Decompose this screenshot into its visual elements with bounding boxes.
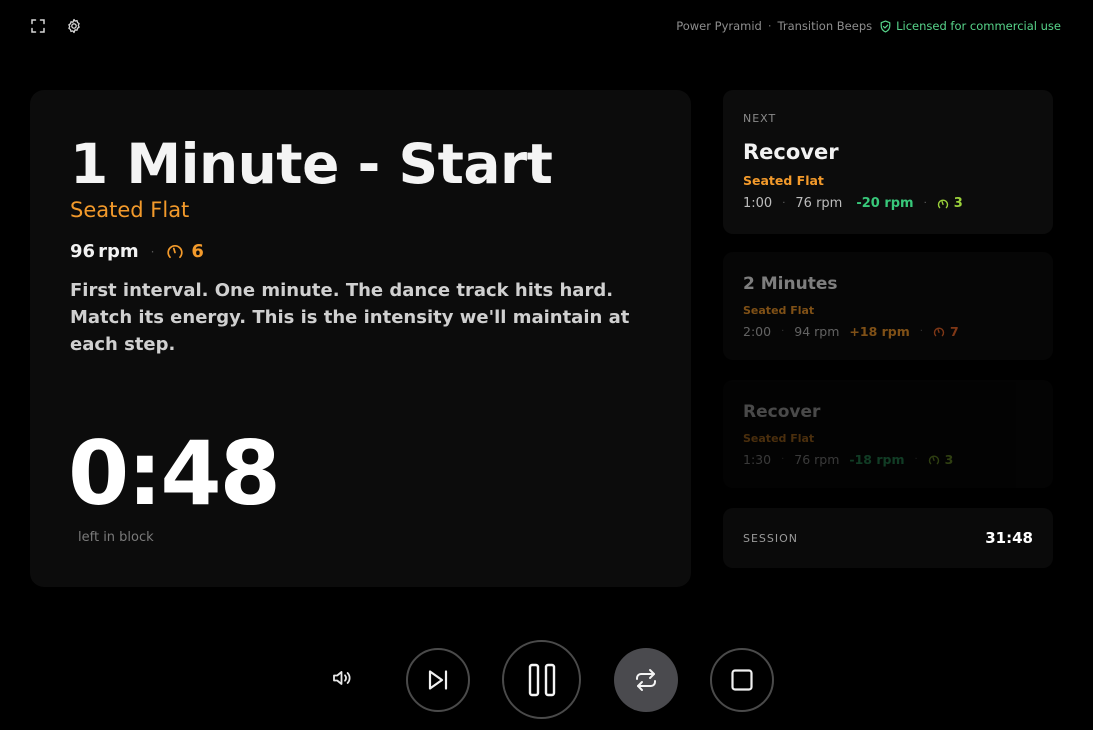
separator: · xyxy=(923,198,927,209)
session-time: 31:48 xyxy=(985,529,1033,547)
queue-item-resistance-value: 7 xyxy=(949,324,959,339)
separator: · xyxy=(782,198,786,209)
separator: · xyxy=(914,454,918,465)
session-card: SESSION 31:48 xyxy=(723,508,1053,568)
cadence-value: 96 xyxy=(70,241,96,262)
resistance: 6 xyxy=(166,241,204,262)
pause-button[interactable] xyxy=(502,640,581,719)
pause-icon xyxy=(528,663,555,696)
block-title: 1 Minute - Start xyxy=(70,132,553,196)
queue-item-rpm: 76 rpm xyxy=(795,196,843,211)
separator: · xyxy=(781,326,785,337)
queue-item-resistance-value: 3 xyxy=(953,196,963,211)
stop-button[interactable] xyxy=(710,648,774,712)
top-bar: Power Pyramid · Transition Beeps License… xyxy=(0,0,1093,54)
queue-item-duration: 1:00 xyxy=(743,196,773,211)
shield-check-icon xyxy=(880,20,891,32)
queue-item-rpm-delta: +18 rpm xyxy=(849,324,910,339)
queue-item-stats: 2:00 · 94 rpm +18 rpm · 7 xyxy=(743,324,959,339)
volume-button[interactable] xyxy=(326,662,358,694)
next-label: NEXT xyxy=(743,112,777,125)
playback-controls xyxy=(0,640,1093,720)
queue-item-resistance: 7 xyxy=(933,324,959,339)
workout-name: Power Pyramid xyxy=(676,19,762,33)
queue-item-position: Seated Flat xyxy=(743,173,824,188)
session-label: SESSION xyxy=(743,532,799,545)
skip-next-icon xyxy=(428,670,448,690)
queue-item-resistance: 3 xyxy=(937,196,963,211)
queue-item-title: 2 Minutes xyxy=(743,274,838,294)
queue-item-title: Recover xyxy=(743,140,839,164)
separator: · xyxy=(781,454,785,465)
queue-item-stats: 1:30 · 76 rpm -18 rpm · 3 xyxy=(743,452,953,467)
queue-item-rpm-delta: -18 rpm xyxy=(849,452,905,467)
queue-item-position: Seated Flat xyxy=(743,304,815,317)
block-position: Seated Flat xyxy=(70,198,190,222)
queue-item-rpm: 76 rpm xyxy=(794,452,840,467)
fullscreen-icon[interactable] xyxy=(28,16,48,36)
repeat-icon xyxy=(636,669,656,691)
queue-item: 2 Minutes Seated Flat 2:00 · 94 rpm +18 … xyxy=(723,252,1053,360)
volume-icon xyxy=(333,671,351,685)
queue-item-stats: 1:00 · 76 rpm -20 rpm · 3 xyxy=(743,196,963,211)
gauge-icon xyxy=(937,198,948,208)
queue-item-rpm: 94 rpm xyxy=(794,324,840,339)
cadence-unit: rpm xyxy=(98,241,139,262)
current-block-card: 1 Minute - Start Seated Flat 96 rpm · 6 … xyxy=(30,90,691,587)
separator: · xyxy=(150,244,155,259)
license-badge: Licensed for commercial use xyxy=(879,19,1061,33)
queue-item-position: Seated Flat xyxy=(743,432,815,445)
license-text: Licensed for commercial use xyxy=(896,19,1061,33)
queue-item-next: NEXT Recover Seated Flat 1:00 · 76 rpm -… xyxy=(723,90,1053,234)
gear-icon[interactable] xyxy=(64,16,84,36)
separator: · xyxy=(919,326,923,337)
gauge-icon xyxy=(933,326,945,336)
skip-next-button[interactable] xyxy=(406,648,470,712)
block-timer: 0:48 xyxy=(68,422,281,525)
queue-item-duration: 1:30 xyxy=(743,452,772,467)
queue-item-rpm-delta: -20 rpm xyxy=(856,196,914,211)
audio-mode: Transition Beeps xyxy=(777,19,873,33)
repeat-button[interactable] xyxy=(614,648,678,712)
queue-item-resistance-value: 3 xyxy=(944,452,954,467)
timer-label: left in block xyxy=(78,530,154,545)
separator: · xyxy=(767,19,772,33)
block-description: First interval. One minute. The dance tr… xyxy=(70,280,630,355)
gauge-icon xyxy=(928,454,939,464)
gauge-icon xyxy=(167,244,184,258)
queue-item-resistance: 3 xyxy=(928,452,954,467)
stop-icon xyxy=(731,669,753,691)
resistance-value: 6 xyxy=(191,241,204,262)
queue-item: Recover Seated Flat 1:30 · 76 rpm -18 rp… xyxy=(723,380,1053,488)
queue-item-duration: 2:00 xyxy=(743,324,772,339)
block-stats: 96 rpm · 6 xyxy=(70,241,204,262)
queue-item-title: Recover xyxy=(743,402,821,422)
top-right-status: Power Pyramid · Transition Beeps License… xyxy=(676,19,1061,33)
